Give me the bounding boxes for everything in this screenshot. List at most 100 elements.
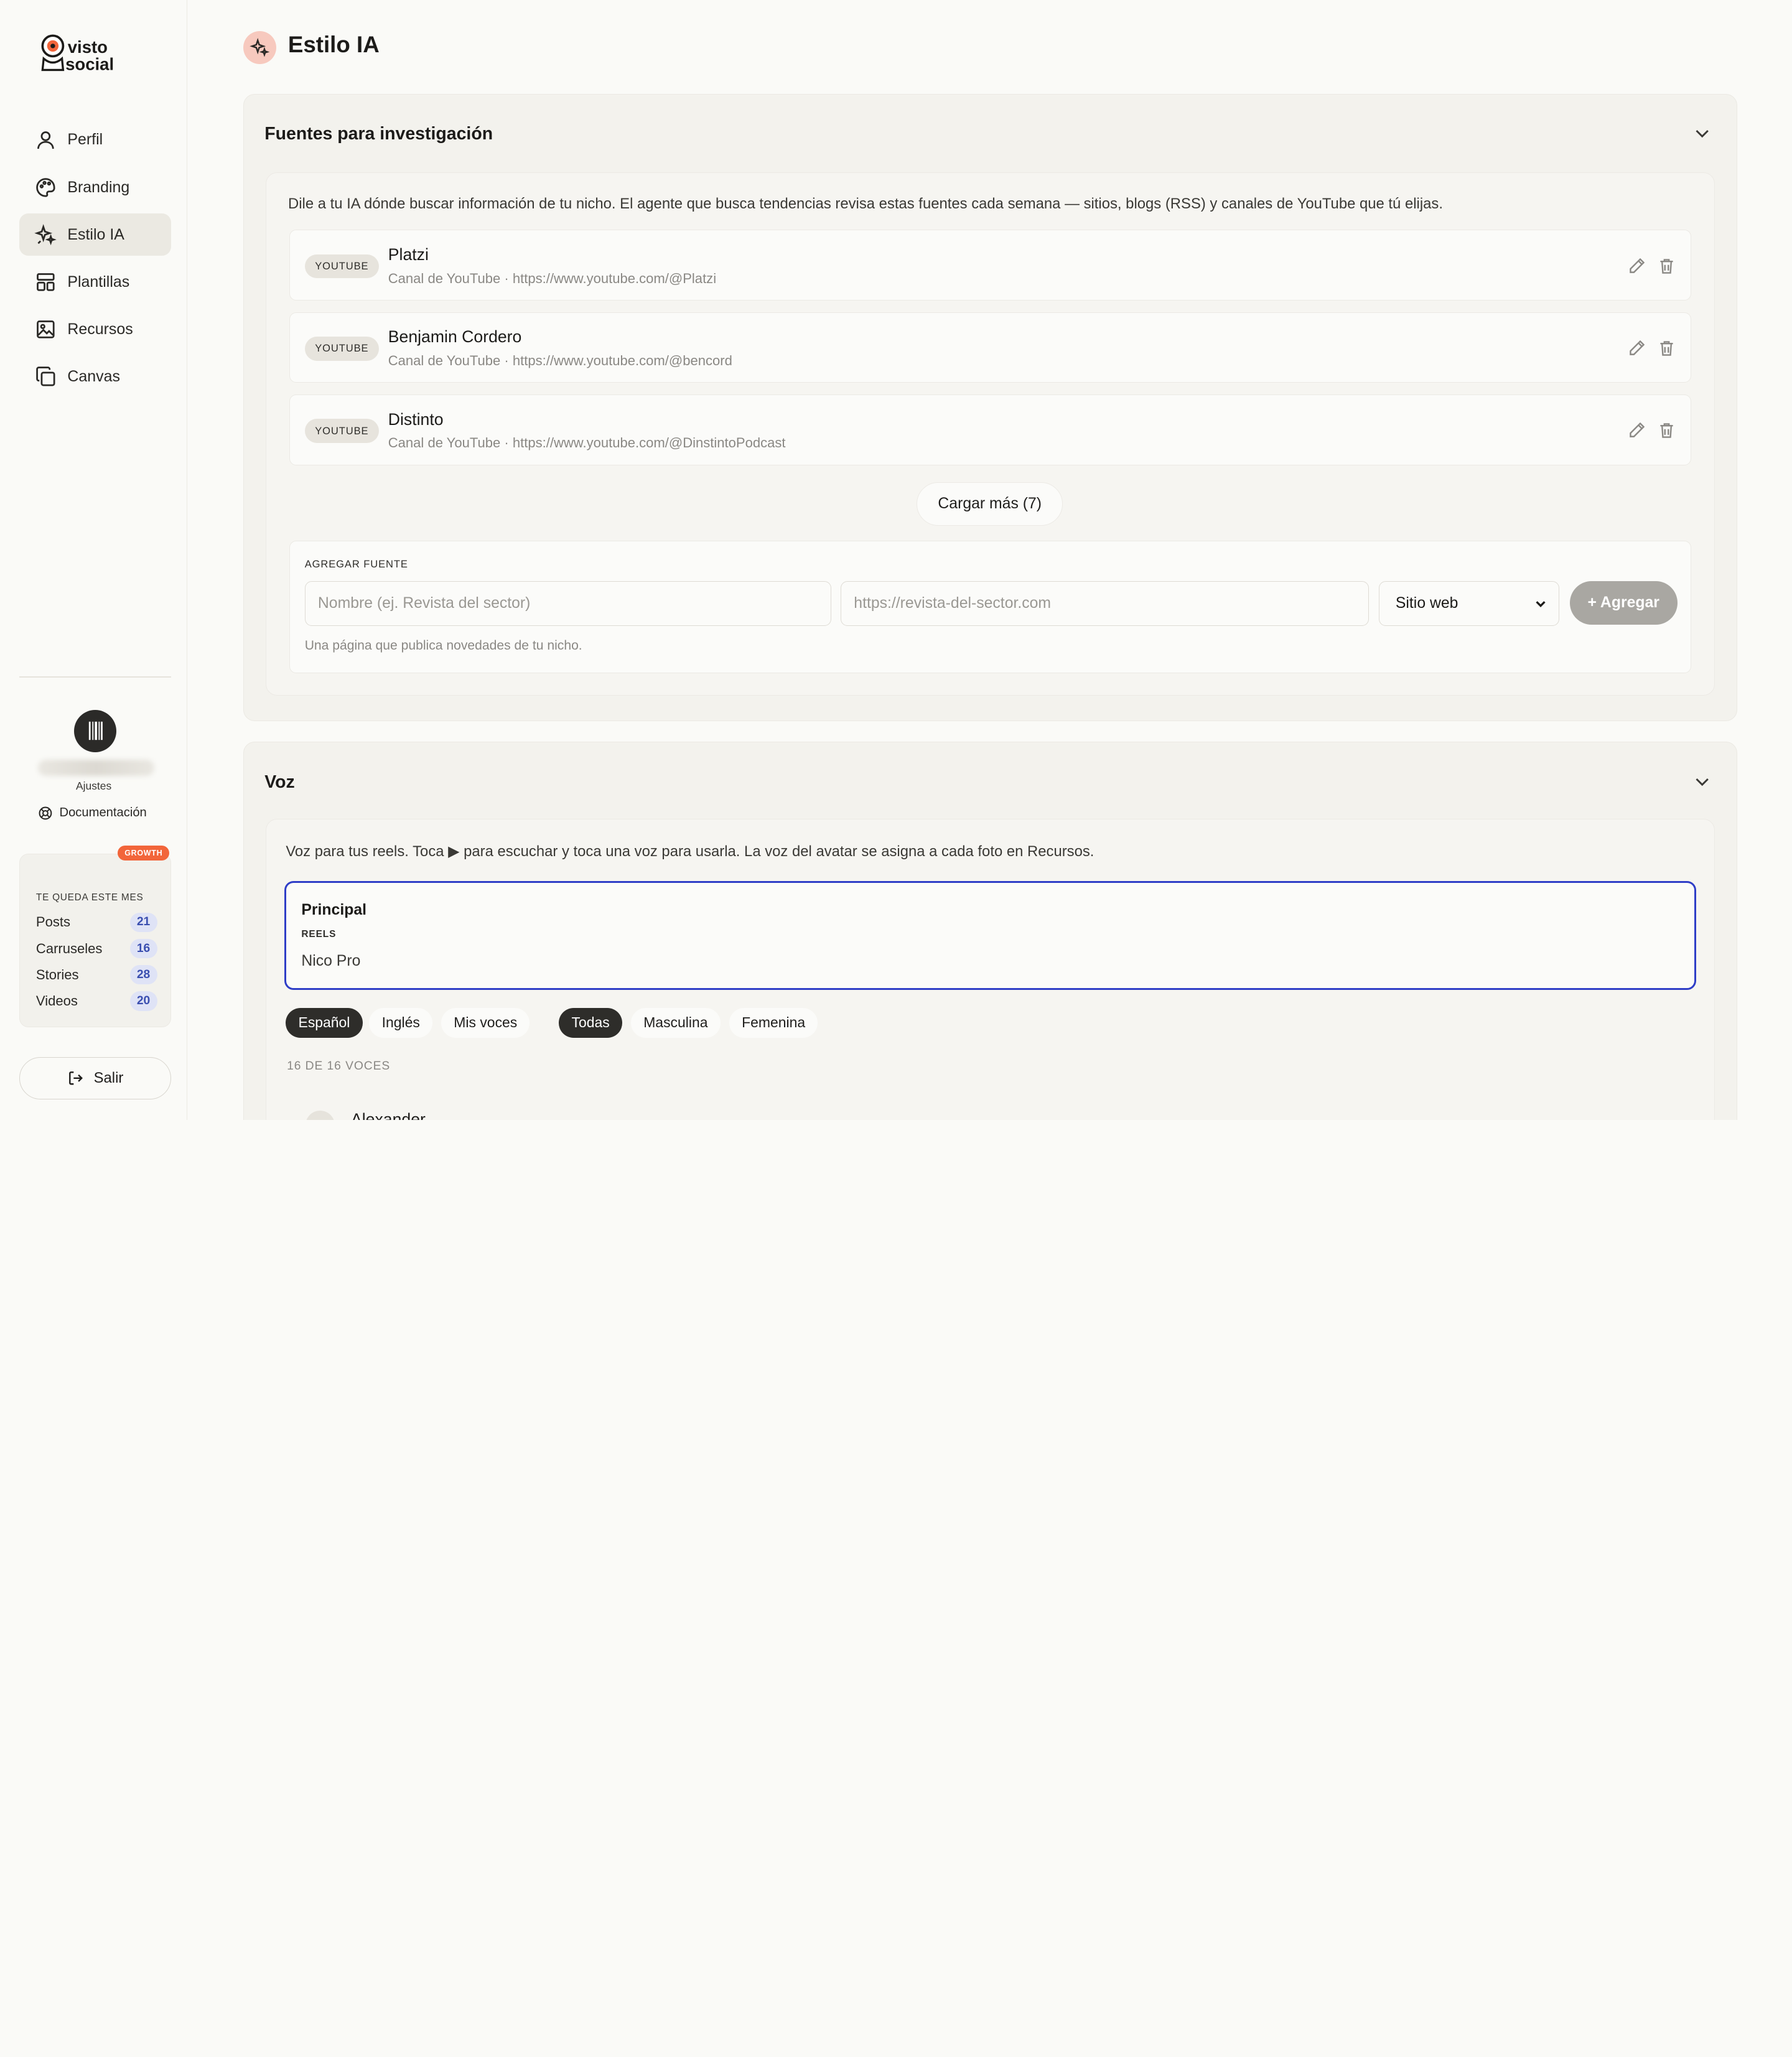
- barcode-logo-icon: [88, 721, 103, 740]
- sources-description: Dile a tu IA dónde buscar información de…: [287, 195, 1443, 213]
- logout-icon: [69, 1071, 83, 1085]
- usage-count: 21: [129, 912, 157, 932]
- sidebar-item-plantillas[interactable]: Plantillas: [19, 261, 171, 303]
- app: visto social Perfil Branding Estilo IA P…: [0, 0, 1792, 1120]
- usage-count: 28: [129, 965, 157, 985]
- svg-text:visto: visto: [67, 37, 107, 56]
- sidebar-item-branding[interactable]: Branding: [19, 166, 171, 208]
- lifebuoy-icon: [39, 806, 52, 820]
- page-icon: [243, 30, 277, 64]
- sidebar-item-label: Perfil: [67, 131, 103, 149]
- voice-list-item-name[interactable]: Alexander: [351, 1110, 426, 1120]
- source-type-select[interactable]: Sitio web: [1379, 581, 1560, 626]
- account-name-redacted: [37, 760, 154, 777]
- sources-card: Fuentes para investigación Dile a tu IA …: [243, 93, 1737, 721]
- user-icon: [37, 131, 54, 149]
- main-content: Estilo IA Fuentes para investigación Dil…: [187, 0, 1792, 1120]
- copy-icon: [36, 366, 55, 386]
- filter-gender-todas[interactable]: Todas: [559, 1008, 622, 1038]
- sidebar-item-estilo-ia[interactable]: Estilo IA: [19, 213, 172, 256]
- palette-icon: [36, 177, 55, 197]
- source-name-input[interactable]: [304, 581, 832, 626]
- settings-link[interactable]: Ajustes: [0, 780, 187, 793]
- source-type-value: Sitio web: [1395, 595, 1458, 612]
- voice-count: 16 DE 16 VOCES: [287, 1059, 391, 1073]
- usage-count: 16: [129, 938, 157, 959]
- sidebar-item-label: Recursos: [67, 320, 133, 338]
- avatar[interactable]: [74, 709, 117, 752]
- sparkles-icon: [34, 223, 57, 245]
- voice-panel: Voz para tus reels. Toca ▶ para escuchar…: [266, 819, 1715, 1120]
- plan-badge: GROWTH: [118, 846, 170, 861]
- usage-title: TE QUEDA ESTE MES: [35, 892, 144, 903]
- sidebar-item-perfil[interactable]: Perfil: [19, 119, 171, 161]
- usage-label: Posts: [35, 914, 71, 930]
- source-url-input[interactable]: [841, 581, 1369, 626]
- logout-button[interactable]: Salir: [19, 1056, 172, 1099]
- sidebar: visto social Perfil Branding Estilo IA P…: [0, 0, 188, 1120]
- voice-slot-name: Nico Pro: [301, 953, 361, 970]
- load-more-button[interactable]: Cargar más (7): [917, 482, 1063, 526]
- image-icon: [37, 320, 55, 338]
- edit-pencil-icon[interactable]: [1626, 338, 1647, 358]
- layout-icon: [37, 273, 55, 291]
- usage-count: 20: [129, 991, 157, 1011]
- usage-label: Videos: [35, 993, 78, 1009]
- source-name: Distinto: [388, 409, 444, 429]
- documentation-link[interactable]: Documentación: [38, 806, 147, 821]
- sidebar-item-label: Canvas: [67, 367, 120, 385]
- youtube-badge: YOUTUBE: [304, 337, 379, 361]
- source-item[interactable]: YOUTUBE Platzi Canal de YouTube · https:…: [289, 230, 1692, 301]
- filter-language-espanol[interactable]: Español: [286, 1008, 363, 1038]
- filter-gender-masculina[interactable]: Masculina: [631, 1008, 721, 1038]
- voice-play-button[interactable]: [305, 1111, 335, 1120]
- source-name: Benjamin Cordero: [388, 327, 522, 347]
- voice-slot-tag: REELS: [301, 928, 337, 940]
- sidebar-item-label: Estilo IA: [67, 225, 124, 243]
- usage-label: Stories: [35, 966, 79, 982]
- source-subtitle: Canal de YouTube · https://www.youtube.c…: [388, 352, 732, 368]
- trash-icon[interactable]: [1656, 420, 1677, 441]
- trash-icon[interactable]: [1656, 338, 1677, 358]
- edit-pencil-icon[interactable]: [1626, 256, 1647, 276]
- source-item[interactable]: YOUTUBE Benjamin Cordero Canal de YouTub…: [289, 312, 1692, 383]
- source-subtitle: Canal de YouTube · https://www.youtube.c…: [388, 435, 786, 451]
- sidebar-item-canvas[interactable]: Canvas: [19, 355, 171, 398]
- page-title: Estilo IA: [287, 32, 380, 58]
- usage-label: Carruseles: [35, 940, 103, 956]
- chevron-down-icon: [1536, 601, 1546, 608]
- svg-text:social: social: [65, 54, 114, 73]
- voice-title: Voz: [264, 772, 295, 792]
- sources-panel: Dile a tu IA dónde buscar información de…: [266, 172, 1715, 696]
- filter-language-ingles[interactable]: Inglés: [369, 1008, 433, 1038]
- source-subtitle: Canal de YouTube · https://www.youtube.c…: [388, 270, 717, 286]
- trash-icon[interactable]: [1656, 256, 1677, 276]
- brand-logo[interactable]: visto social: [38, 31, 129, 75]
- edit-pencil-icon[interactable]: [1626, 420, 1647, 441]
- source-name: Platzi: [388, 245, 429, 264]
- voice-slot-title: Principal: [301, 901, 367, 918]
- add-source-label: AGREGAR FUENTE: [304, 558, 408, 571]
- usage-row-carruseles: Carruseles 16: [35, 938, 157, 959]
- documentation-label: Documentación: [59, 806, 147, 820]
- filter-language-mis-voces[interactable]: Mis voces: [441, 1008, 530, 1038]
- youtube-badge: YOUTUBE: [304, 419, 379, 443]
- sparkles-icon: [250, 37, 270, 57]
- sidebar-item-label: Branding: [67, 178, 130, 196]
- sidebar-item-recursos[interactable]: Recursos: [19, 308, 171, 350]
- add-source-button[interactable]: + Agregar: [1569, 581, 1678, 625]
- usage-row-stories: Stories 28: [35, 965, 157, 985]
- youtube-badge: YOUTUBE: [304, 254, 379, 279]
- voice-description: Voz para tus reels. Toca ▶ para escuchar…: [286, 842, 1094, 860]
- source-item[interactable]: YOUTUBE Distinto Canal de YouTube · http…: [289, 394, 1692, 465]
- usage-row-videos: Videos 20: [35, 991, 157, 1011]
- chevron-down-icon[interactable]: [1693, 124, 1711, 142]
- sidebar-item-label: Plantillas: [67, 273, 130, 291]
- add-source-form: AGREGAR FUENTE Sitio web + Agregar Una p…: [289, 540, 1692, 673]
- visto-social-logo-icon: visto social: [41, 34, 114, 73]
- logout-label: Salir: [93, 1069, 124, 1086]
- chevron-down-icon[interactable]: [1693, 772, 1711, 790]
- filter-gender-femenina[interactable]: Femenina: [729, 1008, 818, 1038]
- selected-voice-card[interactable]: Principal REELS Nico Pro: [284, 881, 1696, 990]
- usage-row-posts: Posts 21: [35, 912, 157, 932]
